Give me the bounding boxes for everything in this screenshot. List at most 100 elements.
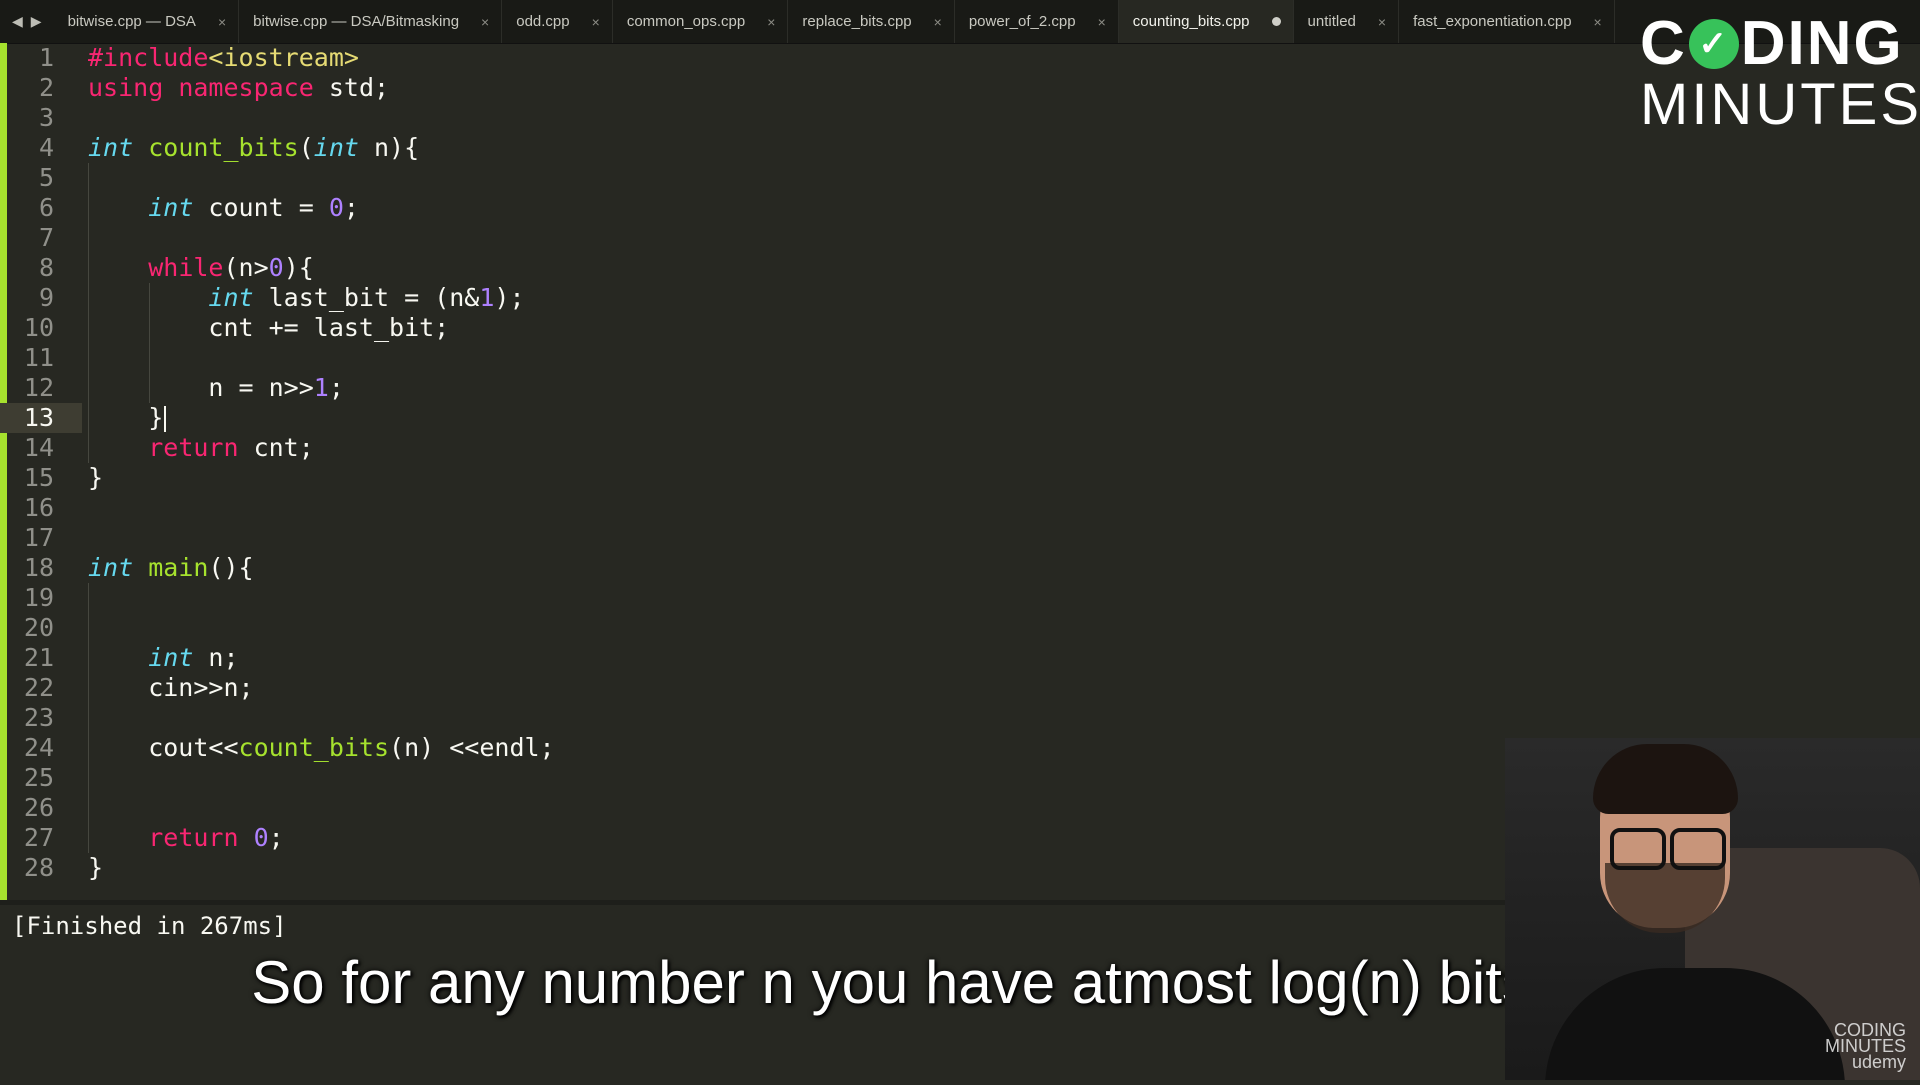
line-number: 18 (23, 553, 54, 582)
line-number: 17 (23, 523, 54, 552)
logo-letter-c: C (1640, 9, 1687, 78)
code-line[interactable]: 16 (0, 493, 1920, 523)
indent-guide (88, 163, 89, 463)
glasses-left-lens (1610, 828, 1666, 870)
tab-1[interactable]: bitwise.cpp — DSA/Bitmasking × (239, 0, 503, 43)
line-number: 2 (38, 73, 54, 102)
tab-label: odd.cpp (516, 13, 570, 30)
code-line[interactable]: 21 int n; (0, 643, 1920, 673)
code-line[interactable]: 13 } (0, 403, 1920, 433)
tab-7[interactable]: untitled × (1294, 0, 1400, 43)
code-line[interactable]: 4 int count_bits(int n){ (0, 133, 1920, 163)
code-text: int count_bits(int n){ (88, 133, 420, 162)
tab-forward-icon[interactable]: ▶ (31, 13, 42, 30)
tab-5[interactable]: power_of_2.cpp × (955, 0, 1119, 43)
tab-0[interactable]: bitwise.cpp — DSA × (54, 0, 240, 43)
code-line[interactable]: 19 (0, 583, 1920, 613)
line-number: 8 (38, 253, 54, 282)
indent-guide (88, 583, 89, 853)
tab-label: replace_bits.cpp (802, 13, 912, 30)
code-line[interactable]: 3 (0, 103, 1920, 133)
glasses-right-lens (1670, 828, 1726, 870)
tabs: bitwise.cpp — DSA × bitwise.cpp — DSA/Bitm… (54, 0, 1615, 43)
code-line[interactable]: 9 int last_bit = (n&1); (0, 283, 1920, 313)
line-number: 21 (23, 643, 54, 672)
code-line[interactable]: 22 cin>>n; (0, 673, 1920, 703)
code-line[interactable]: 6 int count = 0; (0, 193, 1920, 223)
code-line[interactable]: 7 (0, 223, 1920, 253)
line-number: 13 (23, 403, 54, 432)
code-line[interactable]: 15} (0, 463, 1920, 493)
line-number: 28 (23, 853, 54, 882)
close-tab-icon[interactable]: × (218, 14, 226, 30)
tab-2[interactable]: odd.cpp × (502, 0, 613, 43)
tab-label: bitwise.cpp — DSA/Bitmasking (253, 13, 460, 30)
line-number: 10 (23, 313, 54, 342)
code-text: } (88, 853, 104, 882)
code-line[interactable]: 23 (0, 703, 1920, 733)
code-line[interactable]: 10 cnt += last_bit; (0, 313, 1920, 343)
close-tab-icon[interactable]: × (481, 14, 489, 30)
line-number: 25 (23, 763, 54, 792)
watermark-brand: udemy (1851, 1052, 1906, 1072)
close-tab-icon[interactable]: × (592, 14, 600, 30)
text-cursor (164, 406, 167, 432)
code-line[interactable]: 2 using namespace std; (0, 73, 1920, 103)
coding-minutes-logo: C ✓ DING MINUTES (1640, 9, 1919, 134)
code-line[interactable]: 12 n = n>>1; (0, 373, 1920, 403)
tab-label: power_of_2.cpp (968, 13, 1076, 30)
line-number: 6 (38, 193, 54, 222)
code-line[interactable]: 14 return cnt; (0, 433, 1920, 463)
line-number: 23 (23, 703, 54, 732)
code-line[interactable]: 5 (0, 163, 1920, 193)
code-line[interactable]: 8 while(n>0){ (0, 253, 1920, 283)
code-line[interactable]: 11 (0, 343, 1920, 373)
code-text: int count = 0; (148, 193, 359, 222)
webcam-overlay: CODING MINUTES udemy (1505, 738, 1920, 1080)
code-text: using namespace std; (88, 73, 390, 102)
tab-6[interactable]: counting_bits.cpp (1118, 0, 1294, 43)
close-tab-icon[interactable]: × (934, 14, 942, 30)
person-hair (1593, 744, 1738, 814)
tab-back-icon[interactable]: ◀ (12, 13, 23, 30)
code-line[interactable]: 17 (0, 523, 1920, 553)
tab-label: fast_exponentiation.cpp (1413, 13, 1572, 30)
line-number: 5 (38, 163, 54, 192)
line-number: 14 (23, 433, 54, 462)
code-text: cnt += last_bit; (88, 313, 450, 342)
code-text: #include<iostream> (88, 43, 359, 72)
code-text: int main(){ (88, 553, 254, 582)
logo-word-ding: DING (1740, 9, 1904, 78)
build-output-text: [Finished in 267ms] (12, 912, 287, 940)
close-tab-icon[interactable]: × (767, 14, 775, 30)
line-number: 11 (23, 343, 54, 372)
line-number: 3 (38, 103, 54, 132)
line-number: 24 (23, 733, 54, 762)
line-number: 1 (38, 43, 54, 72)
code-line[interactable]: 18 int main(){ (0, 553, 1920, 583)
tab-8[interactable]: fast_exponentiation.cpp × (1399, 0, 1615, 43)
close-tab-icon[interactable]: × (1594, 14, 1602, 30)
tab-3[interactable]: common_ops.cpp × (613, 0, 789, 43)
code-text: int n; (148, 643, 239, 672)
close-tab-icon[interactable]: × (1378, 14, 1386, 30)
tab-label: bitwise.cpp — DSA (67, 13, 196, 30)
line-number: 19 (23, 583, 54, 612)
code-text: return cnt; (148, 433, 314, 462)
code-text: n = n>>1; (88, 373, 344, 402)
code-line[interactable]: 20 (0, 613, 1920, 643)
check-icon: ✓ (1688, 19, 1739, 69)
tab-nav: ◀ ▶ (0, 0, 54, 43)
indent-guide (149, 283, 150, 403)
code-text: return 0; (148, 823, 284, 852)
code-text: } (88, 463, 104, 492)
code-line[interactable]: 1 #include<iostream> (0, 43, 1920, 73)
close-tab-icon[interactable]: × (1098, 14, 1106, 30)
line-number: 12 (23, 373, 54, 402)
line-number: 20 (23, 613, 54, 642)
udemy-watermark: CODING MINUTES udemy (1825, 1021, 1906, 1072)
unsaved-dot-icon[interactable] (1271, 17, 1281, 26)
tab-4[interactable]: replace_bits.cpp × (788, 0, 955, 43)
tab-bar: ◀ ▶ bitwise.cpp — DSA × bitwise.cpp — DSA/… (0, 0, 1920, 44)
line-number: 7 (38, 223, 54, 252)
